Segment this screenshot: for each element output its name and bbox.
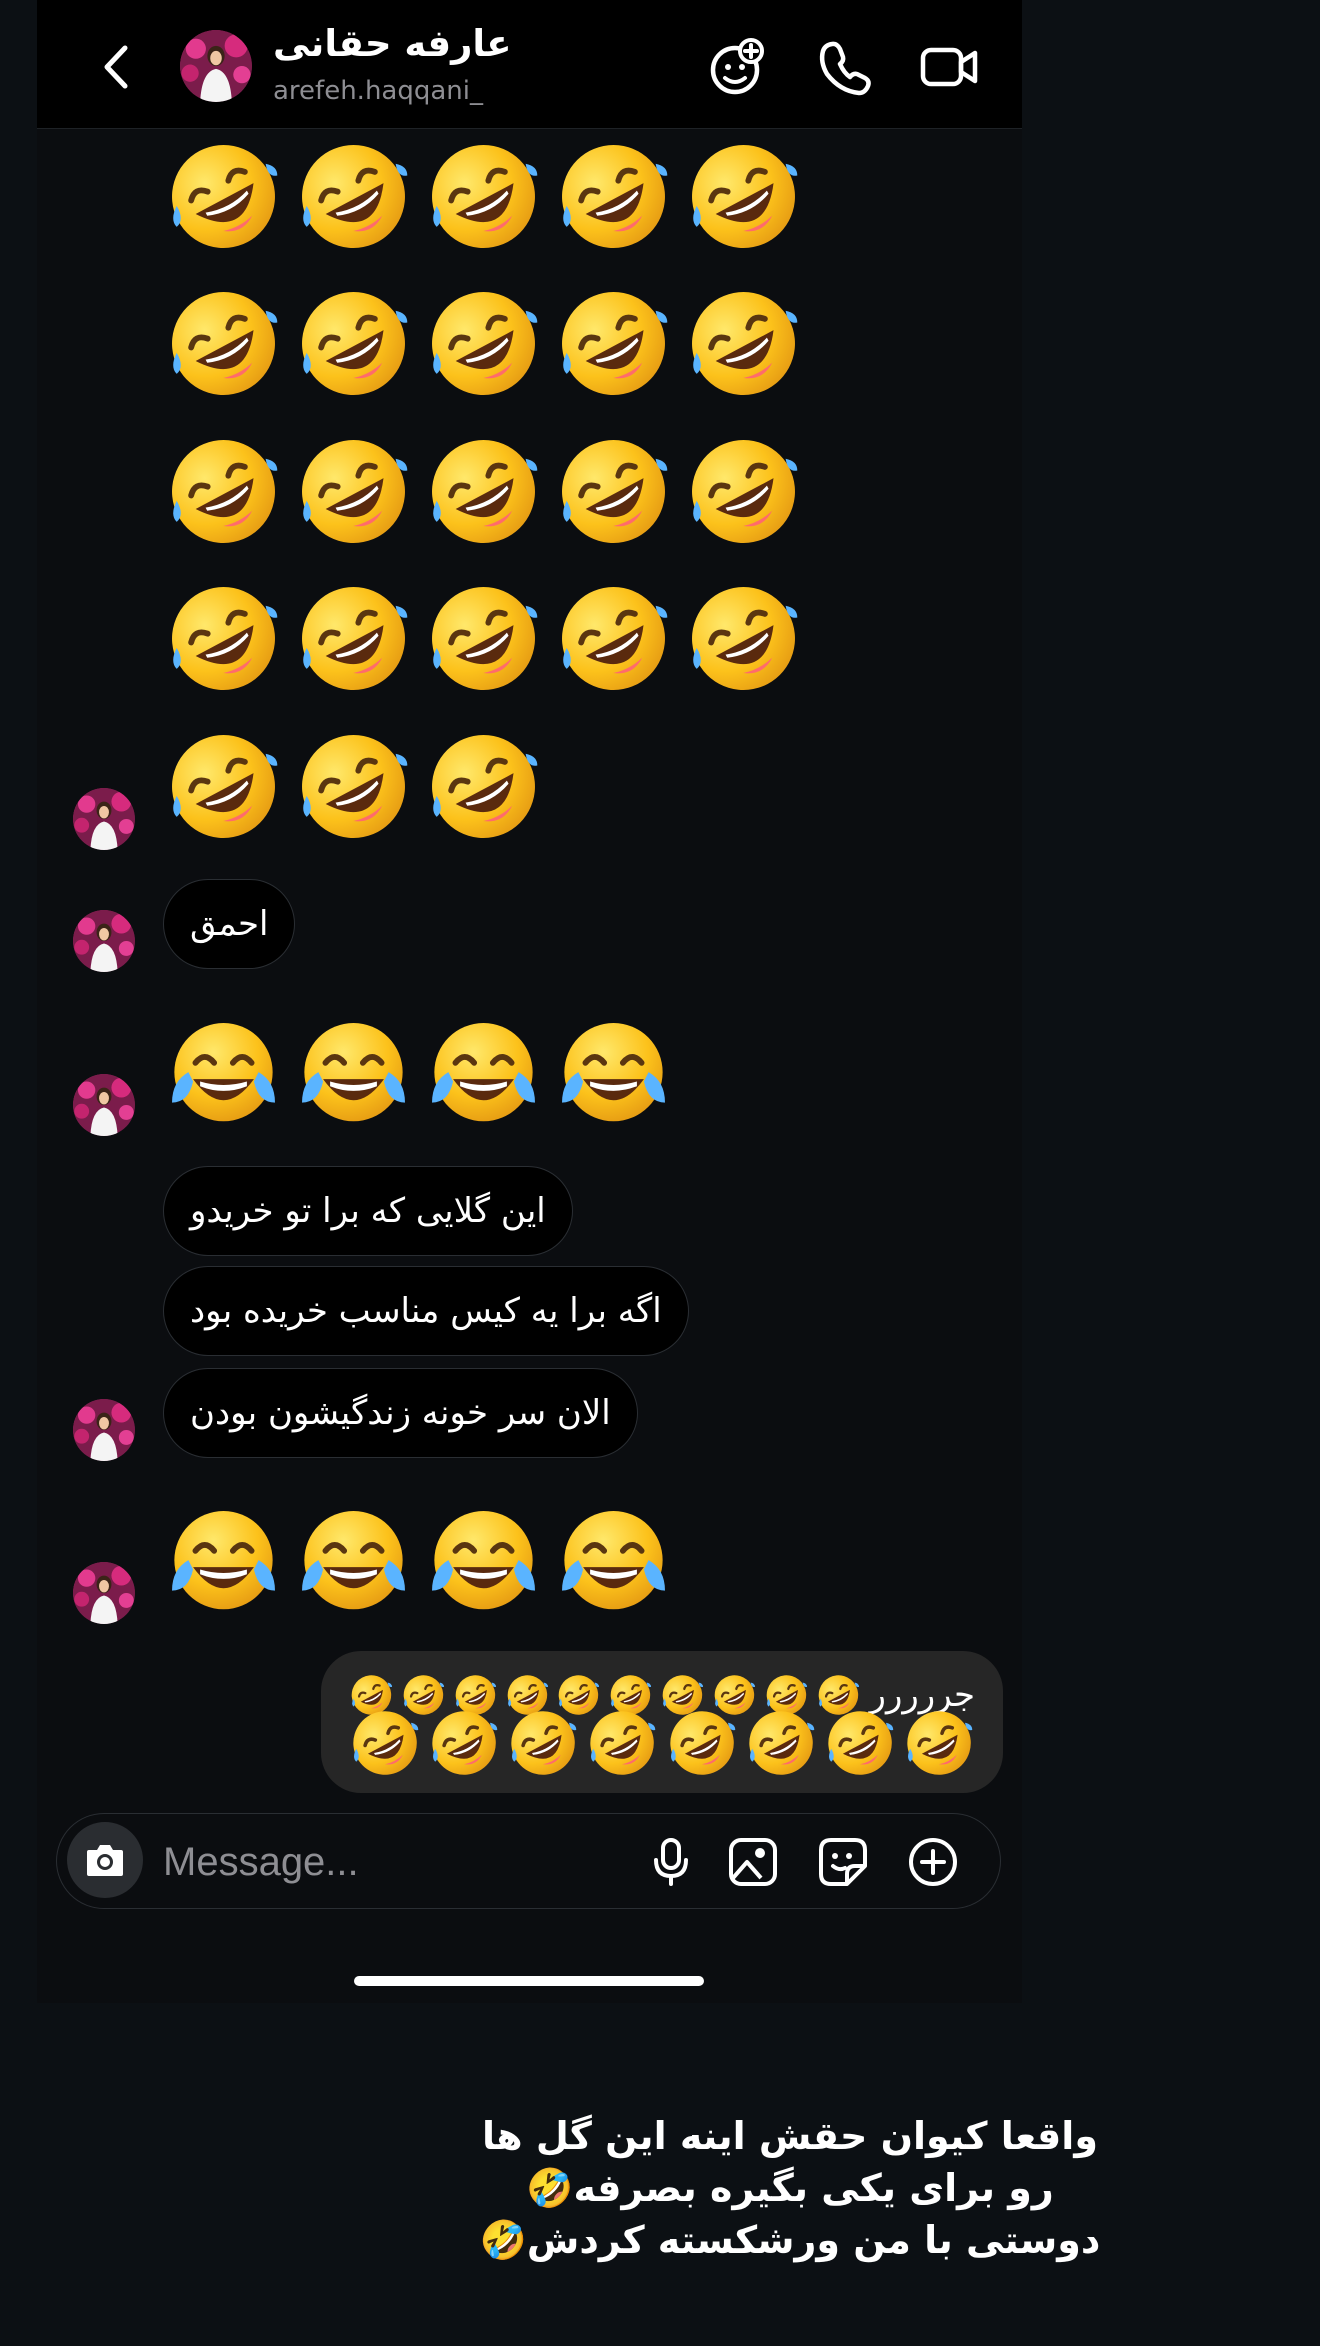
- outgoing-line: [349, 1719, 975, 1767]
- emoji-row: [165, 580, 802, 697]
- rofl-emoji-icon: [824, 1668, 896, 1818]
- rofl-emoji-icon: [425, 285, 542, 402]
- sender-avatar[interactable]: [73, 910, 135, 972]
- message-composer: [56, 1813, 1001, 1909]
- message-input[interactable]: [161, 1832, 565, 1892]
- rofl-emoji-icon: [555, 285, 672, 402]
- chat-screen: عارفه حقانی arefeh.haqqani_ احمق این گلا…: [37, 0, 1022, 2003]
- rofl-emoji-icon: [555, 138, 672, 255]
- emoji-row: [165, 285, 802, 402]
- story-caption: واقعا کیوان حقش اینه این گل ها رو برای ی…: [470, 2110, 1110, 2266]
- home-indicator: [354, 1976, 704, 1986]
- sender-avatar[interactable]: [73, 1399, 135, 1461]
- rofl-emoji-icon: [165, 728, 282, 845]
- rofl-emoji-icon: [428, 1668, 500, 1818]
- sender-avatar[interactable]: [73, 1562, 135, 1624]
- caption-line: رو برای یکی بگیره بصرفه🤣: [526, 2166, 1054, 2210]
- sender-avatar[interactable]: [73, 1074, 135, 1136]
- header-avatar[interactable]: [180, 30, 252, 102]
- rofl-emoji-icon: [903, 1668, 975, 1818]
- emoji-row: [165, 1016, 672, 1133]
- rofl-emoji-icon: [349, 1668, 421, 1818]
- rofl-emoji-icon: [685, 285, 802, 402]
- message-bubble[interactable]: اگه برا یه کیس مناسب خریده بود: [163, 1266, 689, 1356]
- joy-emoji-icon: [295, 1016, 412, 1133]
- rofl-emoji-icon: [295, 580, 412, 697]
- add-person-icon[interactable]: [705, 36, 767, 98]
- caption-line: واقعا کیوان حقش اینه این گل ها: [482, 2114, 1098, 2158]
- rofl-emoji-icon: [425, 433, 542, 550]
- rofl-emoji-icon: [425, 138, 542, 255]
- rofl-emoji-icon: [666, 1668, 738, 1818]
- rofl-emoji-icon: [685, 580, 802, 697]
- rofl-emoji-icon: [165, 433, 282, 550]
- emoji-row: [165, 433, 802, 550]
- outgoing-message-bubble[interactable]: جررررر: [321, 1651, 1003, 1793]
- emoji-row: [165, 1504, 672, 1621]
- message-bubble[interactable]: این گلایی که برا تو خریدو: [163, 1166, 573, 1256]
- rofl-emoji-icon: [295, 285, 412, 402]
- gallery-icon[interactable]: [727, 1836, 779, 1888]
- caption-line: دوستی با من ورشکسته کردش🤣: [479, 2218, 1101, 2262]
- joy-emoji-icon: [425, 1016, 542, 1133]
- rofl-emoji-icon: [295, 138, 412, 255]
- microphone-icon[interactable]: [645, 1836, 697, 1888]
- rofl-emoji-icon: [165, 285, 282, 402]
- rofl-emoji-icon: [295, 728, 412, 845]
- rofl-emoji-icon: [685, 138, 802, 255]
- joy-emoji-icon: [295, 1504, 412, 1621]
- rofl-emoji-icon: [555, 580, 672, 697]
- joy-emoji-icon: [165, 1504, 282, 1621]
- joy-emoji-icon: [165, 1016, 282, 1133]
- rofl-emoji-icon: [165, 138, 282, 255]
- rofl-emoji-icon: [165, 580, 282, 697]
- joy-emoji-icon: [425, 1504, 542, 1621]
- rofl-emoji-icon: [295, 433, 412, 550]
- chat-header: عارفه حقانی arefeh.haqqani_: [37, 0, 1022, 129]
- add-more-icon[interactable]: [907, 1836, 959, 1888]
- rofl-emoji-icon: [425, 580, 542, 697]
- back-arrow-icon[interactable]: [97, 42, 137, 92]
- rofl-emoji-icon: [555, 433, 672, 550]
- rofl-emoji-icon: [586, 1668, 658, 1818]
- camera-button[interactable]: [67, 1822, 143, 1898]
- video-call-icon[interactable]: [919, 36, 981, 98]
- rofl-emoji-icon: [685, 433, 802, 550]
- rofl-emoji-icon: [425, 728, 542, 845]
- sticker-icon[interactable]: [817, 1836, 869, 1888]
- joy-emoji-icon: [555, 1504, 672, 1621]
- contact-handle[interactable]: arefeh.haqqani_: [273, 76, 483, 106]
- rofl-emoji-icon: [507, 1668, 579, 1818]
- phone-call-icon[interactable]: [815, 36, 877, 98]
- contact-name[interactable]: عارفه حقانی: [273, 22, 512, 65]
- emoji-row: [165, 138, 802, 255]
- message-bubble[interactable]: الان سر خونه زندگیشون بودن: [163, 1368, 638, 1458]
- sender-avatar[interactable]: [73, 788, 135, 850]
- camera-icon: [87, 1845, 123, 1876]
- rofl-emoji-icon: [745, 1668, 817, 1818]
- message-bubble[interactable]: احمق: [163, 879, 296, 969]
- joy-emoji-icon: [555, 1016, 672, 1133]
- emoji-row: [165, 728, 542, 845]
